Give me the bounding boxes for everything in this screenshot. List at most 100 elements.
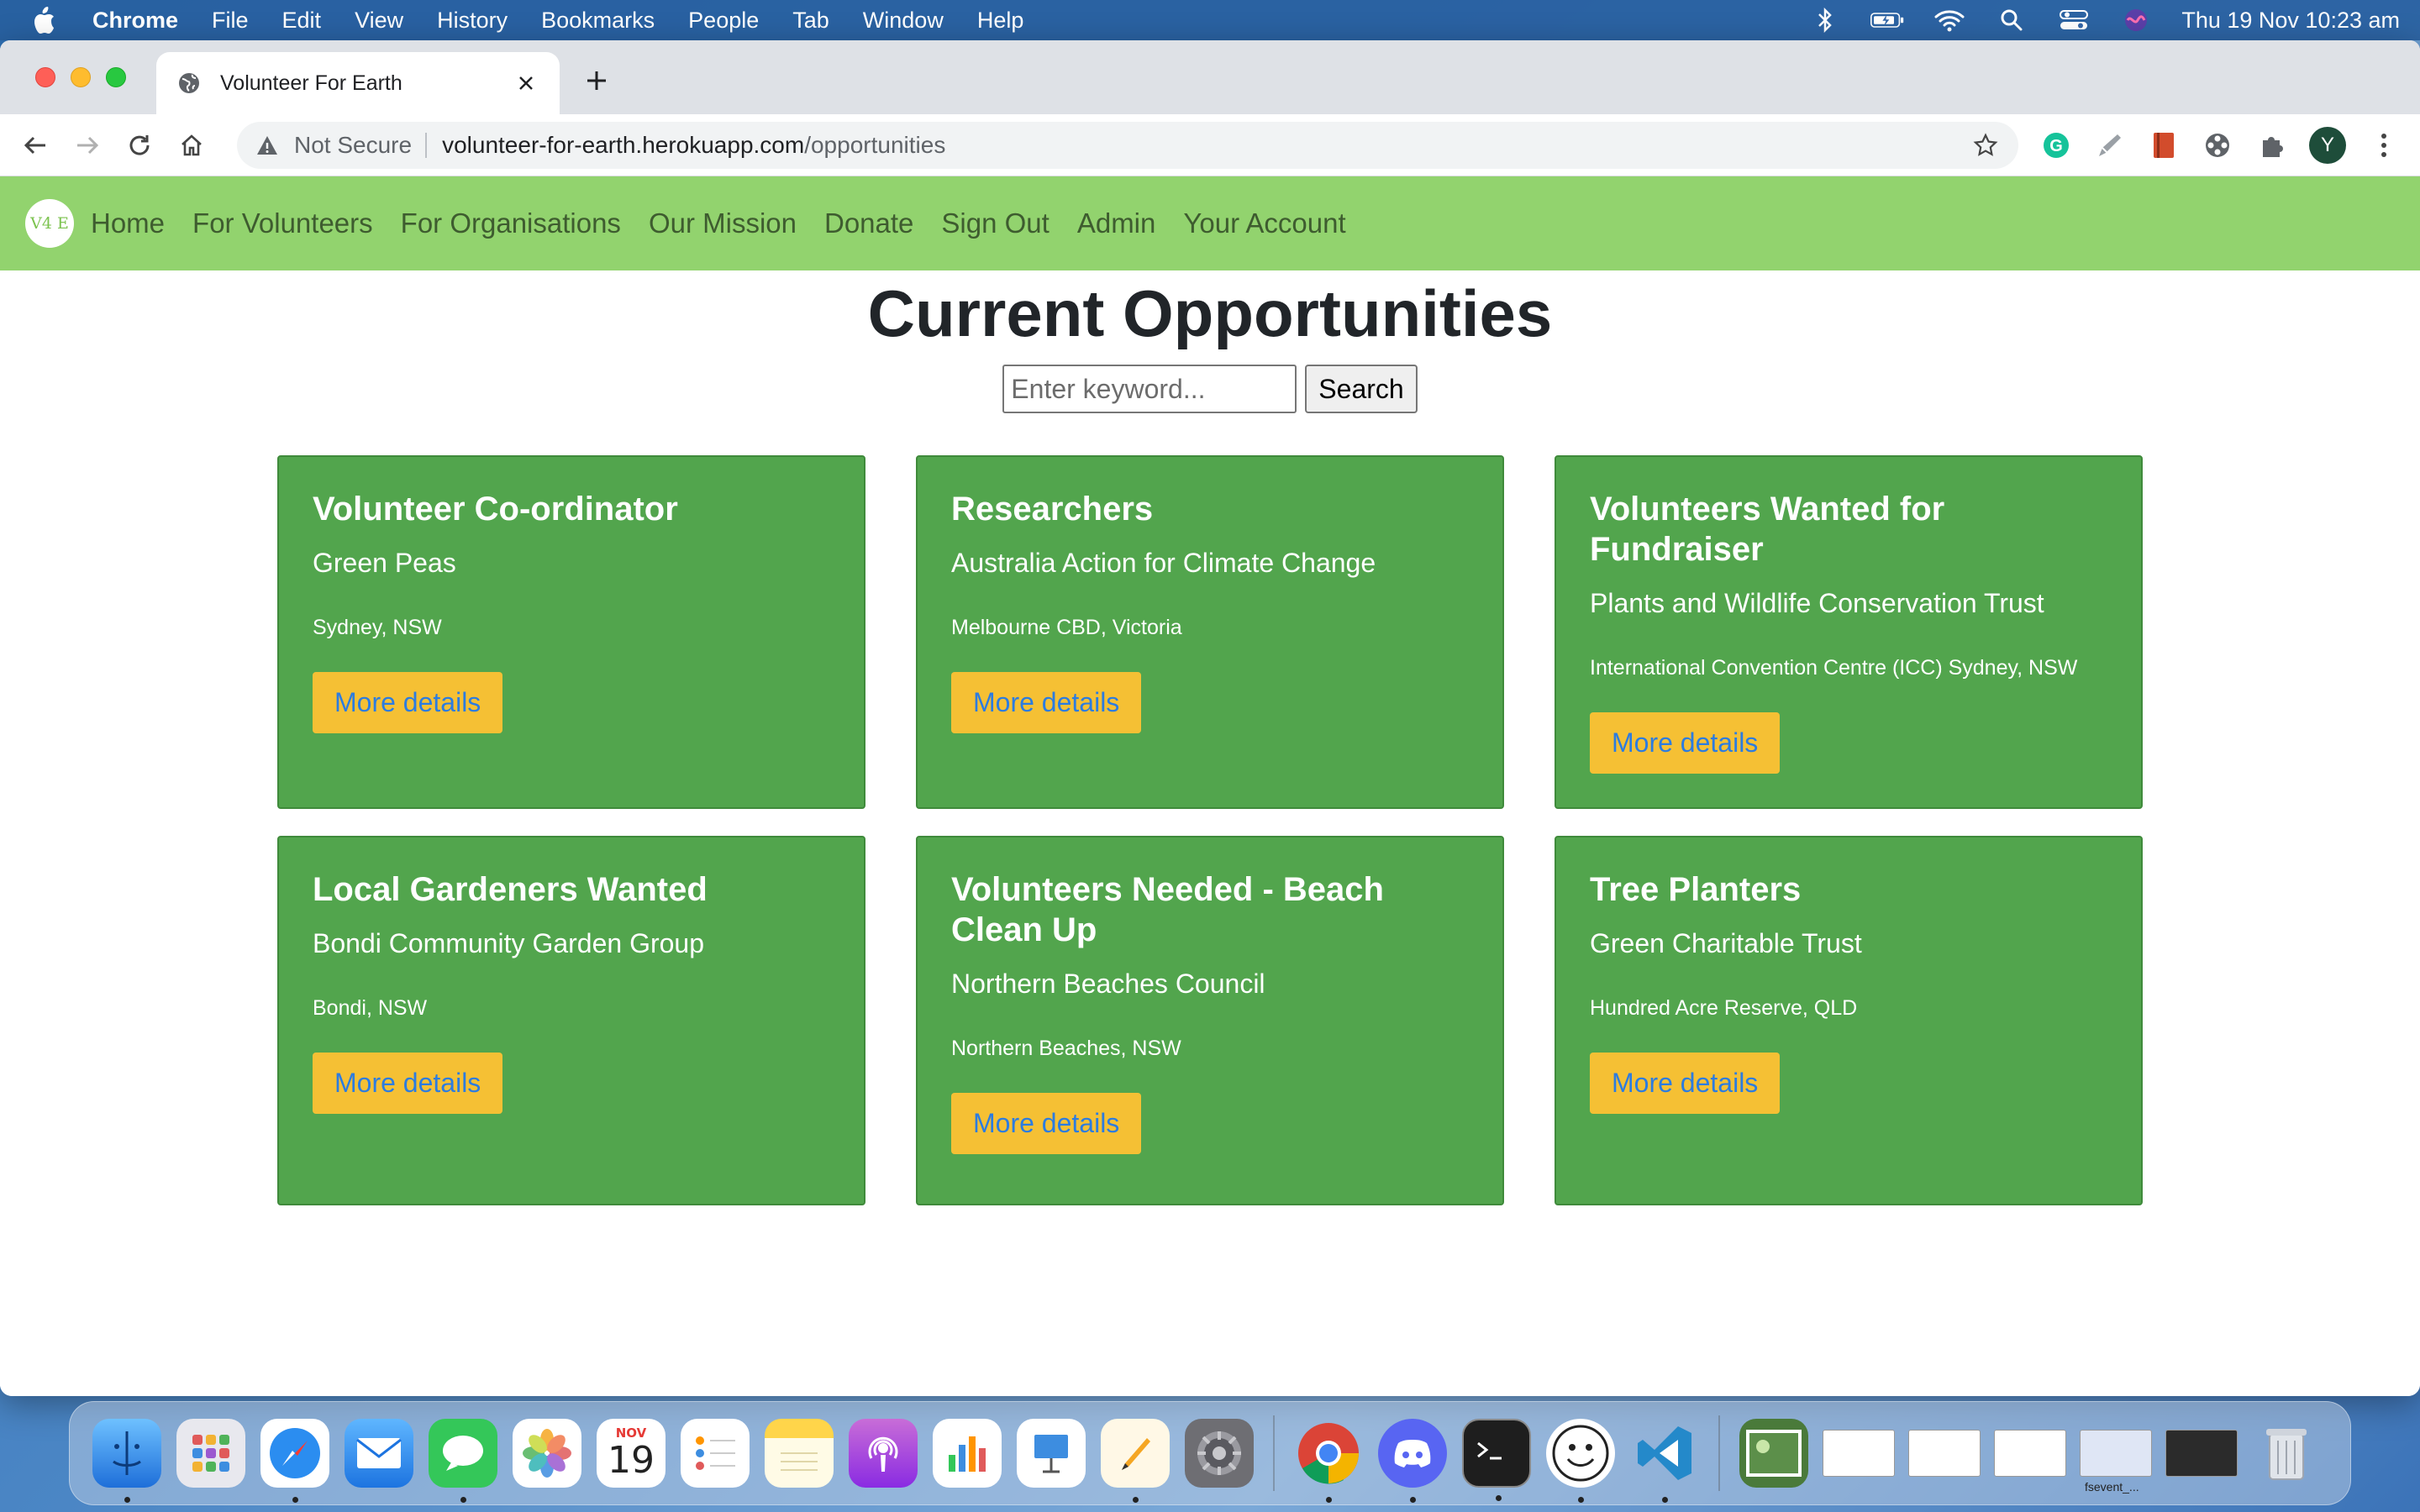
nav-your-account[interactable]: Your Account — [1183, 207, 1345, 239]
menu-help[interactable]: Help — [977, 8, 1024, 34]
opportunity-card: Volunteers Needed - Beach Clean Up North… — [916, 836, 1504, 1205]
close-window-button[interactable] — [35, 67, 55, 87]
fsevent-thumbnail[interactable]: fsevent_... — [2073, 1430, 2159, 1494]
url-path: /opportunities — [804, 131, 946, 158]
running-indicator — [1496, 1495, 1502, 1501]
numbers-icon[interactable] — [933, 1419, 1002, 1488]
url-host: volunteer-for-earth.herokuapp.com — [442, 131, 805, 158]
more-details-button[interactable]: More details — [313, 1053, 503, 1114]
running-indicator — [1326, 1497, 1332, 1503]
profile-avatar[interactable]: Y — [2309, 126, 2346, 164]
menu-view[interactable]: View — [355, 8, 403, 34]
system-preferences-icon[interactable] — [1185, 1419, 1254, 1488]
minimize-window-button[interactable] — [71, 67, 91, 87]
close-tab-icon[interactable] — [513, 70, 539, 97]
calendar-icon[interactable]: NOV 19 — [597, 1419, 666, 1488]
home-icon[interactable] — [170, 123, 213, 167]
smiley-app-icon[interactable] — [1546, 1419, 1615, 1503]
reminders-icon[interactable] — [681, 1419, 750, 1488]
safari-icon[interactable] — [260, 1419, 329, 1503]
card-title: Tree Planters — [1590, 871, 1802, 908]
svg-text:G: G — [2049, 137, 2063, 155]
nav-admin[interactable]: Admin — [1077, 207, 1156, 239]
podcasts-icon[interactable] — [849, 1419, 918, 1488]
mail-icon[interactable] — [345, 1419, 413, 1488]
bluetooth-icon[interactable] — [1808, 8, 1842, 33]
more-details-button[interactable]: More details — [951, 672, 1142, 733]
wifi-icon[interactable] — [1933, 8, 1966, 33]
grammarly-icon[interactable]: G — [2040, 129, 2072, 161]
vscode-icon[interactable] — [1630, 1419, 1699, 1503]
trash-icon[interactable] — [2252, 1419, 2321, 1488]
more-details-button[interactable]: More details — [1590, 712, 1781, 774]
window-thumbnail[interactable] — [1823, 1430, 1895, 1477]
nav-for-organisations[interactable]: For Organisations — [401, 207, 621, 239]
more-details-button[interactable]: More details — [313, 672, 503, 733]
messages-icon[interactable] — [429, 1419, 497, 1503]
menu-history[interactable]: History — [437, 8, 508, 34]
apple-menu-icon[interactable] — [29, 3, 59, 37]
reload-icon[interactable] — [118, 123, 161, 167]
siri-icon[interactable] — [2119, 8, 2153, 33]
nav-sign-out[interactable]: Sign Out — [941, 207, 1049, 239]
new-tab-icon[interactable] — [580, 64, 613, 97]
search-form: Search — [0, 365, 2420, 413]
discord-icon[interactable] — [1378, 1419, 1447, 1503]
window-thumbnail[interactable] — [2080, 1430, 2152, 1477]
more-menu-icon[interactable] — [2368, 129, 2400, 161]
keynote-icon[interactable] — [1017, 1419, 1086, 1488]
window-thumbnail[interactable] — [1994, 1430, 2066, 1477]
card-location: International Convention Centre (ICC) Sy… — [1590, 656, 2078, 680]
more-details-button[interactable]: More details — [1590, 1053, 1781, 1114]
control-center-icon[interactable] — [2057, 8, 2091, 33]
nav-home[interactable]: Home — [91, 207, 165, 239]
menu-bookmarks[interactable]: Bookmarks — [541, 8, 655, 34]
zoom-window-button[interactable] — [106, 67, 126, 87]
extensions-puzzle-icon[interactable] — [2255, 129, 2287, 161]
more-details-button[interactable]: More details — [951, 1093, 1142, 1154]
window-thumbnail[interactable] — [2165, 1430, 2238, 1477]
launchpad-icon[interactable] — [176, 1419, 245, 1488]
running-indicator — [460, 1497, 466, 1503]
menu-app-name[interactable]: Chrome — [92, 8, 178, 34]
menu-people[interactable]: People — [688, 8, 759, 34]
card-title: Researchers — [951, 491, 1154, 528]
browser-tab-active[interactable]: Volunteer For Earth — [156, 52, 560, 114]
pages-icon[interactable] — [1101, 1419, 1170, 1503]
book-extension-icon[interactable] — [2148, 129, 2180, 161]
card-organisation: Green Peas — [313, 548, 456, 578]
back-arrow-icon[interactable] — [13, 123, 57, 167]
card-location: Sydney, NSW — [313, 616, 442, 639]
nav-our-mission[interactable]: Our Mission — [649, 207, 797, 239]
window-thumbnail[interactable] — [1908, 1430, 1981, 1477]
nav-donate[interactable]: Donate — [824, 207, 913, 239]
forward-arrow-icon[interactable] — [66, 123, 109, 167]
address-bar[interactable]: Not Secure volunteer-for-earth.herokuapp… — [237, 121, 2018, 169]
finder-icon[interactable] — [92, 1419, 161, 1503]
search-button[interactable]: Search — [1305, 365, 1418, 413]
menu-file[interactable]: File — [212, 8, 249, 34]
site-logo[interactable]: V4 E — [25, 199, 74, 248]
card-location: Northern Beaches, NSW — [951, 1037, 1181, 1060]
pen-extension-icon[interactable] — [2094, 129, 2126, 161]
opportunity-card: Volunteer Co-ordinator Green Peas Sydney… — [277, 455, 865, 809]
chrome-icon[interactable] — [1294, 1419, 1363, 1503]
image-preview-icon[interactable] — [1739, 1419, 1808, 1488]
menu-edit[interactable]: Edit — [282, 8, 322, 34]
terminal-icon[interactable] — [1462, 1419, 1531, 1501]
menu-tab[interactable]: Tab — [792, 8, 829, 34]
spotlight-search-icon[interactable] — [1995, 8, 2028, 33]
security-status-label[interactable]: Not Secure — [294, 132, 412, 159]
nav-for-volunteers[interactable]: For Volunteers — [192, 207, 373, 239]
warning-triangle-icon[interactable] — [255, 133, 281, 158]
bookmark-star-icon[interactable] — [1971, 131, 2000, 160]
photos-icon[interactable] — [513, 1419, 581, 1488]
keyword-search-input[interactable] — [1002, 365, 1297, 413]
notes-icon[interactable] — [765, 1419, 834, 1488]
macos-dock: NOV 19 fsevent_... — [69, 1401, 2351, 1505]
running-indicator — [124, 1497, 130, 1503]
battery-icon[interactable] — [1870, 8, 1904, 33]
menu-window[interactable]: Window — [863, 8, 944, 34]
film-reel-extension-icon[interactable] — [2202, 129, 2233, 161]
menubar-datetime[interactable]: Thu 19 Nov 10:23 am — [2181, 8, 2400, 34]
